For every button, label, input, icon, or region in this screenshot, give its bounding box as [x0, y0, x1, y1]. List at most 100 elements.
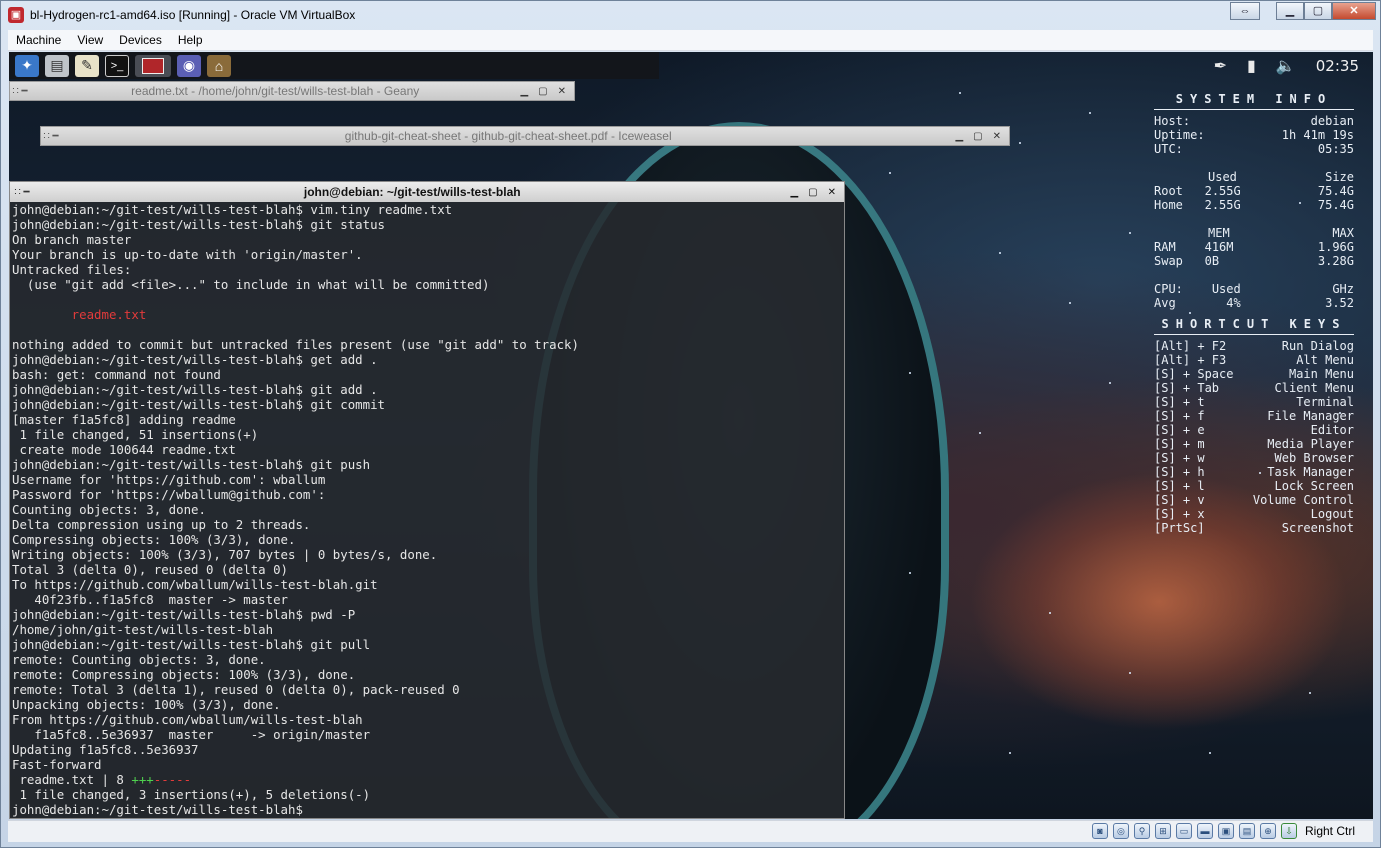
video-capture-icon[interactable]: ▣: [1217, 823, 1234, 839]
terminal-line: Counting objects: 3, done.: [12, 502, 206, 517]
minimize-button[interactable]: ▁: [1276, 2, 1304, 20]
terminal-title: john@debian: ~/git-test/wills-test-blah: [303, 185, 521, 199]
optical-drive-icon[interactable]: ◎: [1112, 823, 1129, 839]
terminal-icon[interactable]: >_: [105, 54, 129, 77]
diffstat-insertions: +++: [131, 772, 154, 787]
shortcut-key: [PrtSc]: [1154, 521, 1205, 535]
shortcut-row: [S] + x Logout: [1154, 507, 1354, 521]
menu-view[interactable]: View: [69, 33, 111, 47]
diffstat-prefix: readme.txt | 8: [12, 772, 132, 787]
ram-max: 1.96G: [1317, 240, 1354, 254]
minimize-icon[interactable]: ▁: [955, 131, 963, 142]
display-icon[interactable]: ▬: [1196, 823, 1213, 839]
shortcut-action: Alt Menu: [1296, 353, 1354, 367]
close-icon[interactable]: ✕: [558, 86, 566, 97]
shortcut-row: [Alt] + F2 Run Dialog: [1154, 339, 1354, 353]
window-titlebar[interactable]: ▣ bl-Hydrogen-rc1-amd64.iso [Running] - …: [1, 1, 1380, 29]
hard-disk-icon[interactable]: ◙: [1091, 823, 1108, 839]
untracked-file-line: readme.txt: [12, 307, 147, 322]
usb-icon[interactable]: ⚲: [1133, 823, 1150, 839]
fullscreen-toggle-icon[interactable]: ⇔: [1230, 2, 1260, 20]
window-menu-icon[interactable]: ∷ ━: [41, 131, 61, 142]
menu-machine[interactable]: Machine: [8, 33, 69, 47]
cpu-icon[interactable]: ▤: [1238, 823, 1255, 839]
close-icon[interactable]: ✕: [828, 187, 836, 198]
shortcut-action: Terminal: [1296, 395, 1354, 409]
terminal-line: john@debian:~/git-test/wills-test-blah$ …: [12, 637, 371, 652]
mouse-integration-icon[interactable]: ⊕: [1259, 823, 1276, 839]
maximize-button[interactable]: ▢: [1304, 2, 1332, 20]
mem-header: MEM: [1208, 226, 1230, 240]
shortcut-key: [S] + x: [1154, 507, 1205, 521]
diffstat-deletions: -----: [153, 772, 192, 787]
star: [1089, 112, 1091, 114]
uptime-value: 1h 41m 19s: [1281, 128, 1354, 142]
shortcut-row: [S] + f File Manager: [1154, 409, 1354, 423]
clock[interactable]: 02:35: [1316, 57, 1359, 75]
volume-icon[interactable]: 🔈: [1276, 56, 1296, 76]
close-icon[interactable]: ✕: [993, 131, 1001, 142]
terminal-line: f1a5fc8..5e36937 master -> origin/master: [12, 727, 371, 742]
shortcut-key: [Alt] + F3: [1154, 353, 1227, 367]
pen-icon[interactable]: ✒: [1214, 56, 1227, 76]
home-label: Home: [1154, 198, 1183, 212]
shortcut-key: [S] + m: [1154, 437, 1205, 451]
terminal-window[interactable]: ∷ ━ john@debian: ~/git-test/wills-test-b…: [9, 181, 845, 819]
cpu-label: CPU:: [1154, 282, 1183, 296]
shortcut-row: [S] + l Lock Screen: [1154, 479, 1354, 493]
network-icon[interactable]: ⊞: [1154, 823, 1171, 839]
clipboard-icon[interactable]: ▮: [1247, 56, 1256, 76]
window-menu-icon[interactable]: ∷ ━: [10, 86, 30, 97]
minimize-icon[interactable]: ▁: [790, 187, 798, 198]
terminal-line: Total 3 (delta 0), reused 0 (delta 0): [12, 562, 289, 577]
maximize-icon[interactable]: ▢: [973, 131, 982, 142]
shortcut-keys-heading: SHORTCUT KEYS: [1161, 317, 1347, 331]
shortcut-key: [S] + e: [1154, 423, 1205, 437]
virtualbox-app-icon: ▣: [8, 7, 24, 23]
terminal-line: From https://github.com/wballum/wills-te…: [12, 712, 363, 727]
shortcut-row: [S] + Tab Client Menu: [1154, 381, 1354, 395]
maximize-icon[interactable]: ▢: [538, 86, 547, 97]
terminal-line: Untracked files:: [12, 262, 132, 277]
package-icon[interactable]: ⌂: [207, 54, 231, 77]
terminal-line: 1 file changed, 3 insertions(+), 5 delet…: [12, 787, 371, 802]
shortcut-action: Web Browser: [1274, 451, 1354, 465]
text-editor-icon[interactable]: ✎: [75, 54, 99, 77]
keyboard-capture-icon[interactable]: ⇩: [1280, 823, 1297, 839]
terminal-titlebar[interactable]: ∷ ━ john@debian: ~/git-test/wills-test-b…: [10, 182, 844, 202]
settings-icon[interactable]: ✦: [15, 54, 39, 77]
geany-window[interactable]: ∷ ━ readme.txt - /home/john/git-test/wil…: [9, 81, 575, 101]
shortcut-key: [S] + t: [1154, 395, 1205, 409]
terminal-line: bash: get: command not found: [12, 367, 221, 382]
star: [1009, 752, 1011, 754]
star: [1309, 692, 1311, 694]
terminal-output[interactable]: john@debian:~/git-test/wills-test-blah$ …: [10, 202, 844, 817]
shortcut-key: [Alt] + F2: [1154, 339, 1227, 353]
active-terminal-icon[interactable]: [135, 54, 171, 77]
minimize-icon[interactable]: ▁: [520, 86, 528, 97]
terminal-line: Password for 'https://wballum@github.com…: [12, 487, 326, 502]
window-menu-icon[interactable]: ∷ ━: [10, 187, 34, 198]
browser-icon[interactable]: ◉: [177, 54, 201, 77]
terminal-line: To https://github.com/wballum/wills-test…: [12, 577, 378, 592]
shortcut-action: Media Player: [1267, 437, 1354, 451]
avg-used: 4%: [1226, 296, 1241, 310]
home-size: 75.4G: [1317, 198, 1354, 212]
close-button[interactable]: ✕: [1332, 2, 1376, 20]
file-manager-icon[interactable]: ▤: [45, 54, 69, 77]
host-key-label: Right Ctrl: [1304, 824, 1355, 838]
shortcut-row: [S] + t Terminal: [1154, 395, 1354, 409]
guest-display[interactable]: ✦ ▤ ✎ >_ ◉ ⌂ ✒ ▮ 🔈 02:35 ∷ ━ readme.txt …: [9, 52, 1373, 819]
menu-bar: Machine View Devices Help: [8, 30, 1373, 51]
terminal-line: Username for 'https://github.com': wball…: [12, 472, 326, 487]
maximize-icon[interactable]: ▢: [808, 187, 817, 198]
iceweasel-window[interactable]: ∷ ━ github-git-cheat-sheet - github-git-…: [40, 126, 1010, 146]
shared-folders-icon[interactable]: ▭: [1175, 823, 1192, 839]
menu-help[interactable]: Help: [170, 33, 211, 47]
shortcut-row: [S] + Space Main Menu: [1154, 367, 1354, 381]
cpu-used-header: Used: [1211, 282, 1241, 296]
avg-ghz: 3.52: [1325, 296, 1354, 310]
menu-devices[interactable]: Devices: [111, 33, 170, 47]
